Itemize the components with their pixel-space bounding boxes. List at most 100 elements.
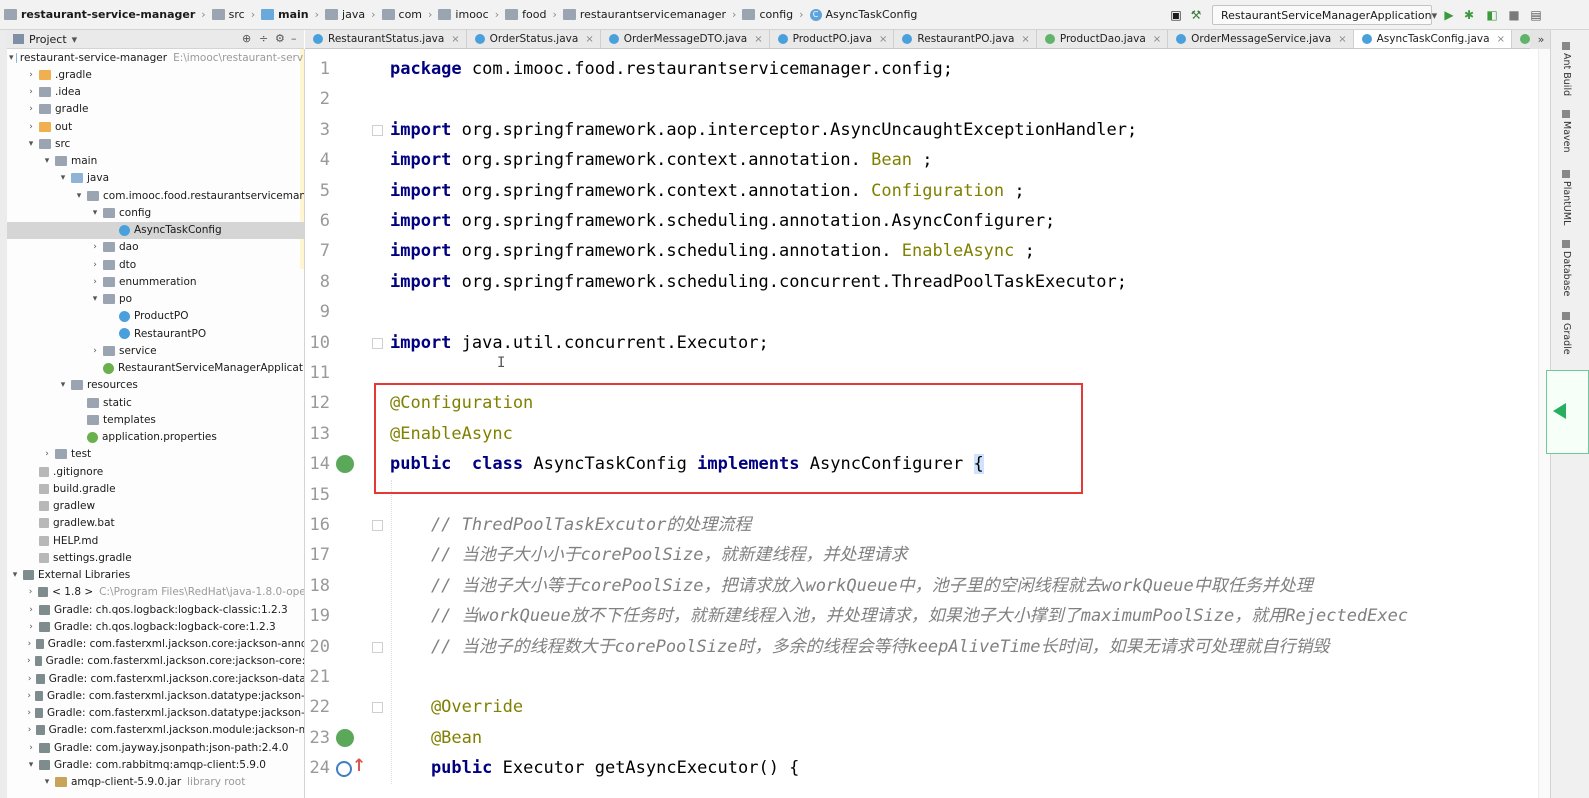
expand-arrow-icon[interactable]: ▾ <box>9 53 14 63</box>
tab-orderstatus[interactable]: OrderStatus.java × <box>466 30 601 48</box>
tab-ordermessagedto[interactable]: OrderMessageDTO.java × <box>600 30 770 48</box>
collapse-icon[interactable]: ÷ <box>259 32 268 45</box>
override-icon[interactable] <box>336 761 352 778</box>
tree-item[interactable]: › Gradle: com.fasterxml.jackson.core:jack… <box>7 670 304 687</box>
expand-arrow-icon[interactable]: › <box>25 605 37 615</box>
tree-item[interactable]: RestaurantPO <box>7 325 304 342</box>
hide-icon[interactable]: – <box>291 32 297 45</box>
expand-arrow-icon[interactable]: ▾ <box>57 173 69 183</box>
expand-arrow-icon[interactable]: › <box>89 346 101 356</box>
expand-arrow-icon[interactable]: › <box>25 104 37 114</box>
tree-item[interactable]: › test <box>7 446 304 463</box>
tool-window-gradle[interactable]: Gradle <box>1561 312 1572 355</box>
tool-window-ant-build[interactable]: Ant Build <box>1561 42 1572 96</box>
breadcrumb-item[interactable]: restaurant-service-manager › <box>4 8 206 21</box>
close-icon[interactable]: × <box>879 34 887 45</box>
breadcrumb-item[interactable]: food › <box>505 8 557 21</box>
locate-icon[interactable]: ⊕ <box>242 32 251 45</box>
breadcrumb-item[interactable]: com › <box>381 8 432 21</box>
expand-arrow-icon[interactable]: ▾ <box>57 380 69 390</box>
tree-item[interactable]: › Gradle: ch.qos.logback:logback-classic:… <box>7 601 304 618</box>
fold-marker-icon[interactable] <box>372 702 383 714</box>
tree-item[interactable]: ▾ resources <box>7 377 304 394</box>
expand-arrow-icon[interactable]: ▾ <box>41 777 53 787</box>
expand-arrow-icon[interactable]: ▾ <box>25 139 37 149</box>
close-icon[interactable]: × <box>1021 34 1029 45</box>
tree-item[interactable]: › dto <box>7 256 304 273</box>
tree-item[interactable]: › < 1.8 > C:\Program Files\RedHat\java-1.8… <box>7 584 304 601</box>
code-line[interactable]: import org.springframework.scheduling.co… <box>390 267 1127 297</box>
tree-item[interactable]: › Gradle: com.fasterxml.jackson.core:jack… <box>7 653 304 670</box>
breadcrumb-item[interactable]: src › <box>211 8 255 21</box>
close-icon[interactable]: × <box>1338 34 1346 45</box>
spring-bean-icon[interactable] <box>336 728 354 747</box>
chevron-down-icon[interactable]: ▾ <box>72 33 78 46</box>
expand-arrow-icon[interactable]: ▾ <box>89 294 101 304</box>
code-line[interactable]: // 当池子的线程数大于corePoolSize时，多余的线程会等待keepAl… <box>390 632 1330 662</box>
tab-productdao[interactable]: ProductDao.java × <box>1036 30 1169 48</box>
tree-item[interactable]: ▾ Gradle: com.rabbitmq:amqp-client:5.9.0 <box>7 756 304 773</box>
expand-arrow-icon[interactable]: › <box>25 708 33 718</box>
gear-icon[interactable]: ⚙ <box>275 32 285 45</box>
expand-arrow-icon[interactable]: ▾ <box>25 760 37 770</box>
tree-item[interactable]: › Gradle: ch.qos.logback:logback-core:1.2… <box>7 618 304 635</box>
expand-arrow-icon[interactable]: ▾ <box>41 156 53 166</box>
tab-restaurantpo[interactable]: RestaurantPO.java × <box>894 30 1037 48</box>
expand-arrow-icon[interactable]: › <box>25 725 34 735</box>
tool-window-database[interactable]: Database <box>1561 240 1572 296</box>
run-icon[interactable]: ▶ <box>1441 7 1457 23</box>
tab-productpo[interactable]: ProductPO.java × <box>769 30 895 48</box>
code-line[interactable]: @EnableAsync <box>390 419 513 449</box>
project-structure-icon[interactable]: ▤ <box>1528 7 1544 23</box>
tree-item[interactable]: ▾ com.imooc.food.restaurantservicemanag <box>7 187 304 204</box>
code-line[interactable]: import org.springframework.context.annot… <box>390 145 933 175</box>
tree-item[interactable]: gradlew <box>7 498 304 515</box>
tab-restaurantstatus[interactable]: RestaurantStatus.java × <box>305 30 467 48</box>
tree-item[interactable]: › Gradle: com.fasterxml.jackson.datatype:… <box>7 687 304 704</box>
code-line[interactable]: import java.util.concurrent.Executor; <box>390 328 769 358</box>
tree-item[interactable]: ▾ config <box>7 204 304 221</box>
fold-marker-icon[interactable] <box>372 520 383 531</box>
tree-item[interactable]: settings.gradle <box>7 549 304 566</box>
tree-item[interactable]: .gitignore <box>7 463 304 480</box>
project-panel-title[interactable]: Project <box>29 33 67 46</box>
run-configuration-select[interactable]: RestaurantServiceManagerApplication ▾ <box>1212 5 1437 25</box>
code-line[interactable]: import org.springframework.aop.intercept… <box>390 115 1137 145</box>
breadcrumb-item[interactable]: java › <box>325 8 376 21</box>
stop-icon[interactable]: ■ <box>1506 7 1522 23</box>
tree-item[interactable]: application.properties <box>7 429 304 446</box>
code-line[interactable]: package com.imooc.food.restaurantservice… <box>390 54 953 84</box>
expand-arrow-icon[interactable]: › <box>89 277 101 287</box>
code-editor[interactable]: 1 2 3 4 5 6 7 8 9 10 11 12 13 14 15 16 17 18 19 20 21 22 23 24 ↑… <box>305 49 1550 798</box>
code-line[interactable]: // 当池子大小等于corePoolSize，把请求放入workQueue中，池… <box>390 571 1313 601</box>
tree-item[interactable]: › service <box>7 342 304 359</box>
tree-item[interactable]: ▾ src <box>7 135 304 152</box>
expand-arrow-icon[interactable]: › <box>25 70 37 80</box>
tree-item[interactable]: gradlew.bat <box>7 515 304 532</box>
tab-overflow-button[interactable]: » <box>1530 30 1552 49</box>
expand-arrow-icon[interactable]: › <box>89 242 101 252</box>
tree-item[interactable]: templates <box>7 411 304 428</box>
tree-item[interactable]: HELP.md <box>7 532 304 549</box>
close-icon[interactable]: × <box>1153 34 1161 45</box>
expand-arrow-icon[interactable]: › <box>25 691 33 701</box>
tree-item[interactable]: static <box>7 394 304 411</box>
breadcrumb-item[interactable]: config › <box>742 8 804 21</box>
code-line[interactable]: import org.springframework.context.annot… <box>390 176 1025 206</box>
tree-item[interactable]: ▾ po <box>7 291 304 308</box>
tab-ordermessageservice[interactable]: OrderMessageService.java × <box>1168 30 1354 48</box>
expand-arrow-icon[interactable]: › <box>25 656 33 666</box>
tree-item[interactable]: ▾ amqp-client-5.9.0.jar library root <box>7 774 304 791</box>
tree-item[interactable]: ▾ main <box>7 153 304 170</box>
tree-item[interactable]: › enummeration <box>7 273 304 290</box>
tree-item[interactable]: › .gradle <box>7 66 304 83</box>
expand-arrow-icon[interactable]: › <box>25 743 37 753</box>
code-line[interactable]: // ThredPoolTaskExcutor的处理流程 <box>390 510 751 540</box>
close-icon[interactable]: × <box>1497 34 1505 45</box>
tree-item[interactable]: › out <box>7 118 304 135</box>
close-icon[interactable]: × <box>754 34 762 45</box>
tree-item[interactable]: › dao <box>7 239 304 256</box>
tree-item[interactable]: › Gradle: com.fasterxml.jackson.datatype:… <box>7 705 304 722</box>
expand-arrow-icon[interactable]: › <box>25 587 36 597</box>
expand-arrow-icon[interactable]: › <box>41 449 53 459</box>
